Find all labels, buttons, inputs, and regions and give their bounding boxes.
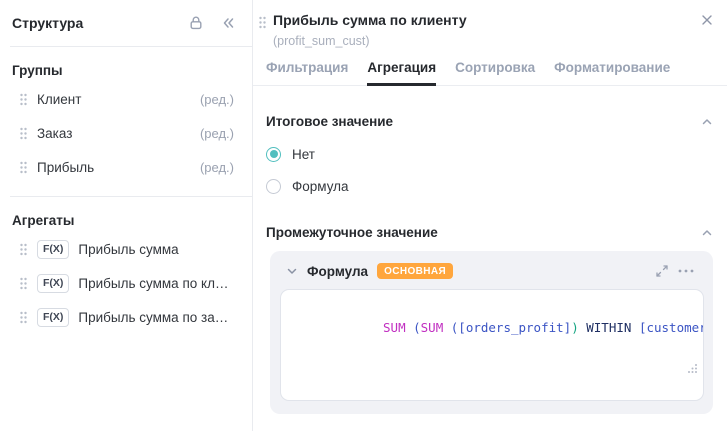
sidebar-header: Структура bbox=[0, 12, 252, 34]
drag-handle-icon[interactable] bbox=[20, 93, 27, 106]
groups-header: Группы bbox=[12, 63, 63, 78]
tabs: Фильтрация Агрегация Сортировка Форматирова… bbox=[253, 60, 727, 86]
formula-card-title: Формула bbox=[307, 263, 369, 279]
intermediate-value-section-header: Промежуточное значение bbox=[266, 225, 713, 240]
formula-card: Формула ОСНОВНАЯ SUM (SUM ([orders_profi… bbox=[270, 251, 713, 414]
tab-форматирование[interactable]: Форматирование bbox=[554, 60, 670, 85]
more-options-icon[interactable] bbox=[678, 269, 694, 273]
collapse-sidebar-icon[interactable] bbox=[220, 15, 236, 31]
tab-сортировка[interactable]: Сортировка bbox=[455, 60, 535, 85]
panel-titles: Прибыль сумма по клиенту (profit_sum_cus… bbox=[273, 12, 701, 48]
drag-handle-icon[interactable] bbox=[20, 311, 27, 324]
panel-title: Прибыль сумма по клиенту bbox=[273, 12, 467, 28]
lock-icon[interactable] bbox=[188, 15, 204, 31]
formula-card-header: Формула ОСНОВНАЯ bbox=[280, 261, 704, 289]
resize-grip-icon[interactable] bbox=[582, 347, 698, 395]
primary-badge: ОСНОВНАЯ bbox=[377, 263, 454, 279]
edit-link[interactable]: (ред.) bbox=[200, 92, 234, 107]
formula-token bbox=[631, 320, 639, 335]
formula-token: [orders_profit] bbox=[458, 320, 572, 335]
sidebar-header-icons bbox=[188, 15, 236, 31]
intermediate-value-section: Промежуточное значение Формула ОСНОВНАЯ bbox=[266, 225, 713, 414]
group-label: Прибыль bbox=[37, 159, 95, 175]
formula-token: [customer_id] bbox=[638, 320, 703, 335]
groups-list: Клиент (ред.) Заказ (ред.) Прибыль (ред.) bbox=[0, 82, 252, 184]
fx-badge: F(X) bbox=[37, 307, 70, 327]
group-label: Заказ bbox=[37, 125, 73, 141]
panel-sections: Итоговое значение Нет Формула Промежуточн… bbox=[253, 86, 727, 414]
aggregate-row[interactable]: F(X) Прибыль сумма по заказу bbox=[0, 300, 252, 334]
fx-badge: F(X) bbox=[37, 273, 70, 293]
aggregates-header: Агрегаты bbox=[12, 213, 75, 228]
field-settings-panel: Прибыль сумма по клиенту (profit_sum_cus… bbox=[253, 0, 727, 431]
tab-агрегация[interactable]: Агрегация bbox=[367, 60, 436, 86]
expand-icon[interactable] bbox=[655, 264, 669, 278]
aggregate-label: Прибыль сумма по заказу bbox=[78, 309, 234, 325]
close-icon[interactable] bbox=[701, 14, 713, 26]
formula-token bbox=[406, 320, 414, 335]
total-value-options: Нет Формула bbox=[266, 146, 713, 194]
total-value-section: Итоговое значение Нет Формула bbox=[266, 114, 713, 194]
radio-button[interactable] bbox=[266, 146, 281, 162]
aggregates-list: F(X) Прибыль сумма F(X) Прибыль сумма по кл… bbox=[0, 232, 252, 334]
chevron-up-icon[interactable] bbox=[701, 227, 713, 239]
aggregate-row[interactable]: F(X) Прибыль сумма по клие... bbox=[0, 266, 252, 300]
group-row[interactable]: Прибыль (ред.) bbox=[0, 150, 252, 184]
chevron-up-icon[interactable] bbox=[701, 116, 713, 128]
total-value-section-title: Итоговое значение bbox=[266, 114, 394, 129]
chevron-down-icon[interactable] bbox=[286, 265, 298, 277]
structure-sidebar: Структура Группы Клиент (ред.) Заказ (ред.)… bbox=[0, 0, 253, 431]
panel-header: Прибыль сумма по клиенту (profit_sum_cus… bbox=[253, 10, 727, 48]
formula-token: SUM bbox=[383, 320, 406, 335]
radio-option[interactable]: Нет bbox=[266, 146, 713, 162]
formula-token bbox=[443, 320, 451, 335]
sidebar-title: Структура bbox=[12, 15, 84, 31]
group-row[interactable]: Заказ (ред.) bbox=[0, 116, 252, 150]
edit-link[interactable]: (ред.) bbox=[200, 160, 234, 175]
radio-label: Формула bbox=[292, 178, 349, 194]
radio-button[interactable] bbox=[266, 178, 281, 194]
drag-handle-icon[interactable] bbox=[259, 16, 266, 29]
formula-token: ( bbox=[413, 320, 421, 335]
aggregate-label: Прибыль сумма по клие... bbox=[78, 275, 234, 291]
total-value-section-header: Итоговое значение bbox=[266, 114, 713, 129]
drag-handle-icon[interactable] bbox=[20, 277, 27, 290]
group-row[interactable]: Клиент (ред.) bbox=[0, 82, 252, 116]
panel-subtitle: (profit_sum_cust) bbox=[273, 34, 370, 48]
radio-option[interactable]: Формула bbox=[266, 178, 713, 194]
tabs-bar: Фильтрация Агрегация Сортировка Форматирова… bbox=[253, 60, 727, 86]
formula-token: WITHIN bbox=[586, 320, 632, 335]
formula-editor[interactable]: SUM (SUM ([orders_profit]) WITHIN [custo… bbox=[280, 289, 704, 401]
intermediate-value-section-title: Промежуточное значение bbox=[266, 225, 438, 240]
tab-фильтрация[interactable]: Фильтрация bbox=[266, 60, 348, 85]
app-root: Структура Группы Клиент (ред.) Заказ (ред.)… bbox=[0, 0, 727, 431]
fx-badge: F(X) bbox=[37, 239, 70, 259]
drag-handle-icon[interactable] bbox=[20, 161, 27, 174]
aggregate-label: Прибыль сумма bbox=[78, 241, 179, 257]
drag-handle-icon[interactable] bbox=[20, 243, 27, 256]
radio-label: Нет bbox=[292, 146, 315, 162]
formula-token: SUM bbox=[420, 320, 444, 335]
edit-link[interactable]: (ред.) bbox=[200, 126, 234, 141]
formula-code: SUM (SUM ([orders_profit]) WITHIN [custo… bbox=[383, 320, 703, 335]
formula-token: ) bbox=[571, 320, 579, 335]
drag-handle-icon[interactable] bbox=[20, 127, 27, 140]
group-label: Клиент bbox=[37, 91, 82, 107]
aggregate-row[interactable]: F(X) Прибыль сумма bbox=[0, 232, 252, 266]
